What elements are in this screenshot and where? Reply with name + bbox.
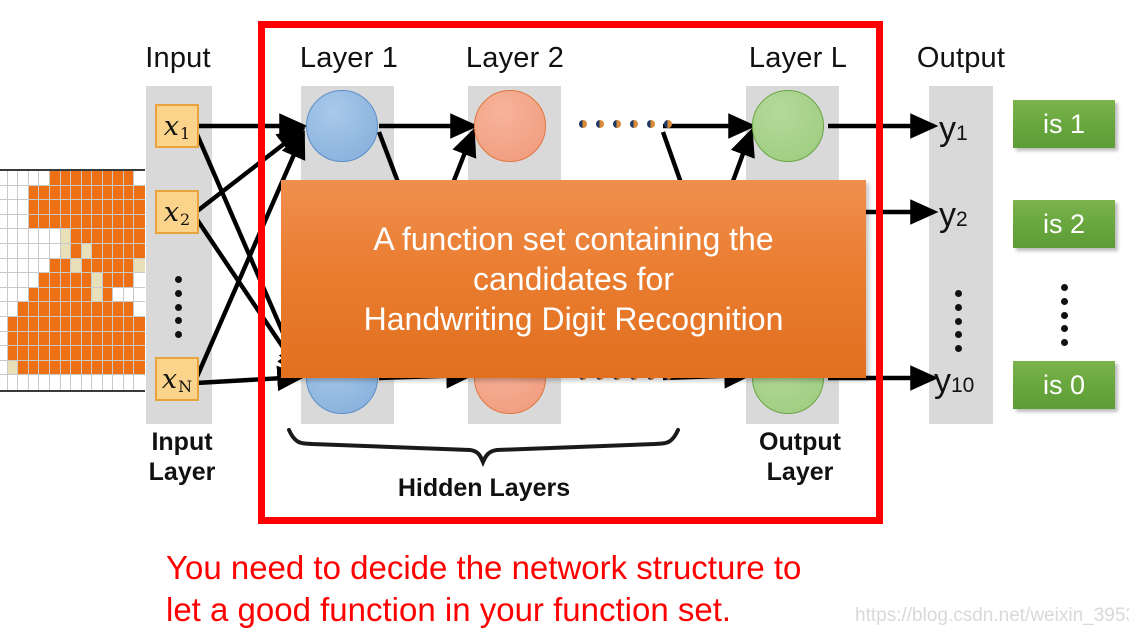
- output-node-y1-sub: 1: [956, 122, 968, 145]
- output-node-y10-base: y: [934, 362, 951, 400]
- watermark-url: https://blog.csdn.net/weixin_39538889: [855, 605, 1129, 626]
- output-node-y2: y2: [939, 196, 968, 235]
- hidden-layers-caption: Hidden Layers: [397, 474, 571, 502]
- input-layer-ellipsis: [175, 276, 182, 338]
- slide-canvas: Input Layer 1 Layer 2 Layer L Output x 1…: [0, 0, 1129, 644]
- output-layer-caption: Output Layer: [759, 428, 841, 486]
- layer-l-neuron-top: [752, 90, 824, 162]
- hidden-layers-ellipsis-top: [579, 120, 672, 128]
- input-node-xn: xN: [155, 357, 199, 401]
- input-node-xn-sub: N: [178, 377, 193, 396]
- layer-2-neuron-top: [474, 90, 546, 162]
- input-node-x1-base: x: [163, 110, 180, 142]
- output-node-y10: y10: [934, 362, 974, 401]
- input-node-x2: x2: [155, 190, 199, 234]
- result-box-is-1[interactable]: is 1: [1013, 100, 1115, 148]
- input-node-x1: x1: [155, 104, 199, 148]
- input-node-x2-base: x: [163, 196, 180, 228]
- input-node-x2-sub: 2: [180, 210, 191, 229]
- input-layer-caption: Input Layer: [148, 428, 216, 486]
- output-node-y2-sub: 2: [956, 208, 968, 231]
- result-box-is-0[interactable]: is 0: [1013, 361, 1115, 409]
- output-node-y1: y1: [939, 110, 968, 149]
- input-node-x1-sub: 1: [180, 124, 191, 143]
- output-layer-ellipsis: [955, 290, 962, 352]
- hidden-layers-brace: [287, 428, 680, 468]
- callout-line-1: A function set containing the: [373, 220, 774, 257]
- results-ellipsis: [1061, 284, 1068, 346]
- callout-line-3: Handwriting Digit Recognition: [363, 301, 784, 338]
- input-node-xn-base: x: [161, 363, 178, 395]
- result-box-is-2[interactable]: is 2: [1013, 200, 1115, 248]
- output-node-y2-base: y: [939, 196, 956, 234]
- function-set-callout: A function set containing the candidates…: [281, 180, 866, 378]
- output-node-y10-sub: 10: [951, 374, 975, 397]
- callout-line-2: candidates for: [472, 260, 674, 297]
- output-node-y1-base: y: [939, 110, 956, 148]
- layer-1-neuron-top: [306, 90, 378, 162]
